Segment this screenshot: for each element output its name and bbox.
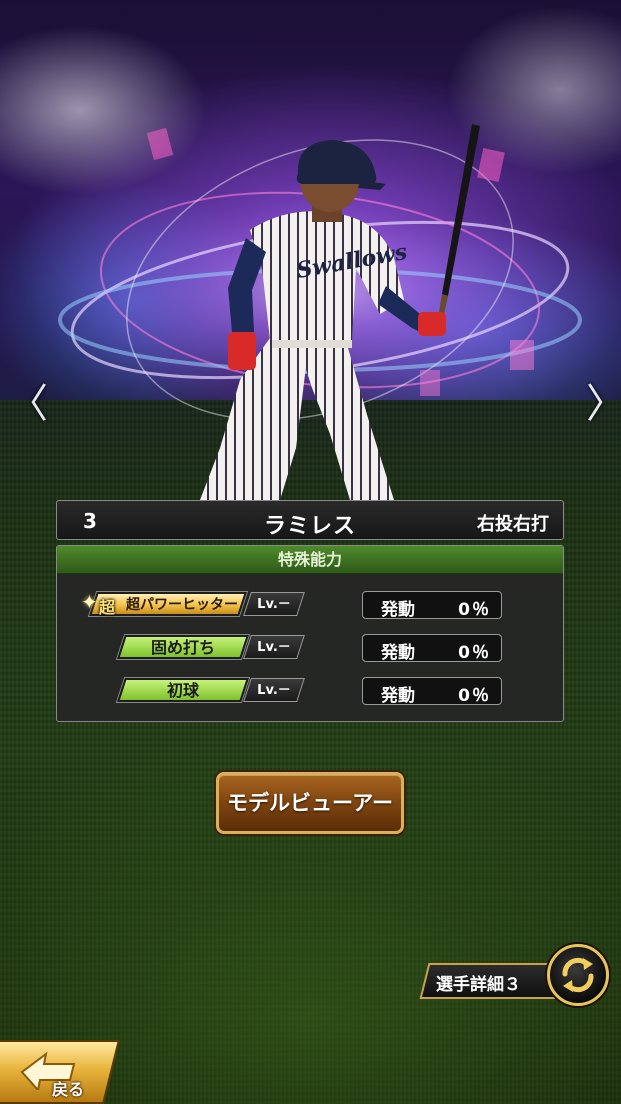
activation-label: 発動 — [381, 600, 415, 620]
prev-player-arrow[interactable]: 〈 — [8, 383, 48, 425]
chevron-left-icon: 〈 — [8, 381, 48, 427]
ability-name: 初球 — [166, 681, 199, 700]
swap-icon — [562, 957, 594, 993]
activation-box: 発動 0％ — [362, 591, 502, 620]
activation-rate: 0％ — [458, 600, 491, 620]
activation-rate: 0％ — [458, 643, 491, 663]
super-mark: 超 — [99, 598, 116, 617]
activation-label: 発動 — [381, 643, 415, 663]
model-viewer-label: モデルビューアー — [227, 791, 393, 815]
player-handedness: 右投右打 — [477, 514, 549, 535]
next-player-arrow[interactable]: 〉 — [586, 383, 621, 425]
activation-label: 発動 — [381, 686, 415, 706]
activation-box: 発動 0％ — [362, 677, 502, 706]
ability-row[interactable]: 固め打ち Lv.－ 発動 0％ — [57, 633, 563, 663]
special-abilities-panel: 特殊能力 ✦ 超 超パワーヒッター Lv.－ 発動 0％ 固め打ち Lv.－ 発… — [56, 545, 564, 722]
model-viewer-button[interactable]: モデルビューアー — [216, 772, 404, 834]
chevron-right-icon: 〉 — [586, 381, 621, 427]
back-button[interactable] — [0, 1040, 120, 1104]
ability-row[interactable]: 初球 Lv.－ 発動 0％ — [57, 676, 563, 706]
activation-box: 発動 0％ — [362, 634, 502, 663]
ability-level: Lv.－ — [257, 640, 291, 655]
ability-level: Lv.－ — [257, 683, 291, 698]
activation-rate: 0％ — [458, 686, 491, 706]
ability-row[interactable]: ✦ 超 超パワーヒッター Lv.－ 発動 0％ — [57, 590, 563, 620]
player-name-bar: 3 ラミレス 右投右打 — [56, 500, 564, 540]
ability-level: Lv.－ — [257, 597, 291, 612]
ability-name: 固め打ち — [150, 638, 215, 657]
special-abilities-header: 特殊能力 — [57, 546, 563, 574]
star-icon: ✦ — [81, 590, 98, 614]
player-figure: Swallows — [200, 124, 480, 500]
ability-name: 超パワーヒッター — [126, 597, 238, 613]
swap-button[interactable] — [547, 944, 609, 1006]
